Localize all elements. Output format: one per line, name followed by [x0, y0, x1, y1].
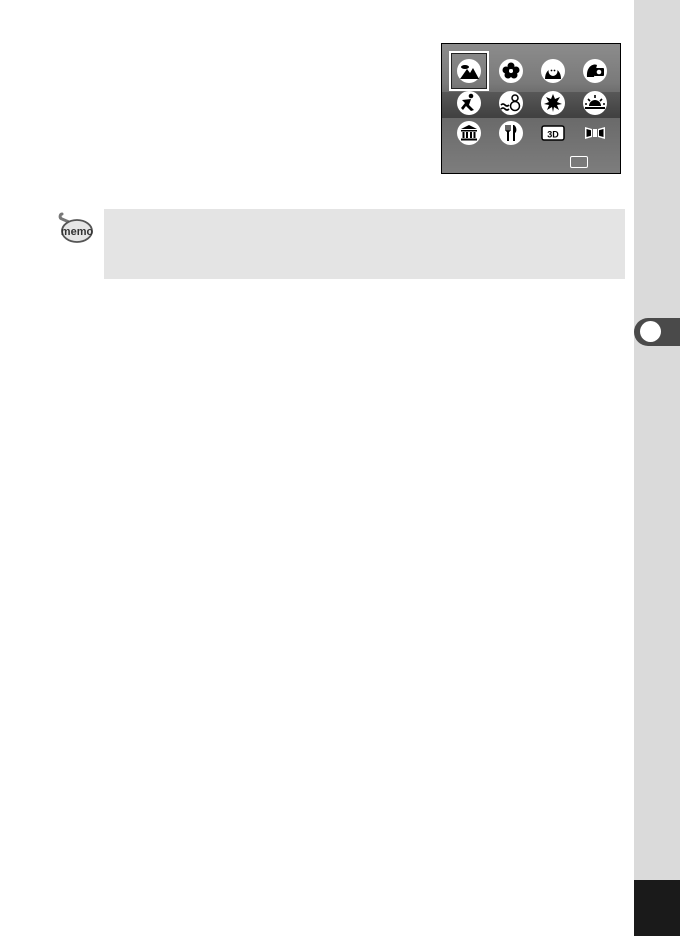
chapter-marker	[640, 321, 661, 342]
page-corner-block	[634, 880, 680, 936]
panorama-icon[interactable]	[581, 119, 609, 147]
autumn-icon[interactable]	[539, 89, 567, 117]
landscape-icon[interactable]	[455, 57, 483, 85]
memo-label: memo	[61, 226, 94, 238]
memo-note-box	[104, 209, 625, 279]
food-icon[interactable]	[497, 119, 525, 147]
portrait-icon[interactable]	[539, 57, 567, 85]
memo-icon: memo	[56, 210, 96, 250]
ok-button-indicator	[570, 156, 588, 168]
scene-mode-lcd-screen: 3D	[441, 43, 621, 174]
3d-label: 3D	[547, 129, 559, 139]
sport-icon[interactable]	[455, 89, 483, 117]
flower-icon[interactable]	[497, 57, 525, 85]
sunset-icon[interactable]	[581, 89, 609, 117]
3d-icon[interactable]: 3D	[539, 119, 567, 147]
surf-snow-icon[interactable]	[497, 89, 525, 117]
museum-icon[interactable]	[455, 119, 483, 147]
self-portrait-icon[interactable]	[581, 57, 609, 85]
thumb-index-strip	[634, 0, 680, 936]
